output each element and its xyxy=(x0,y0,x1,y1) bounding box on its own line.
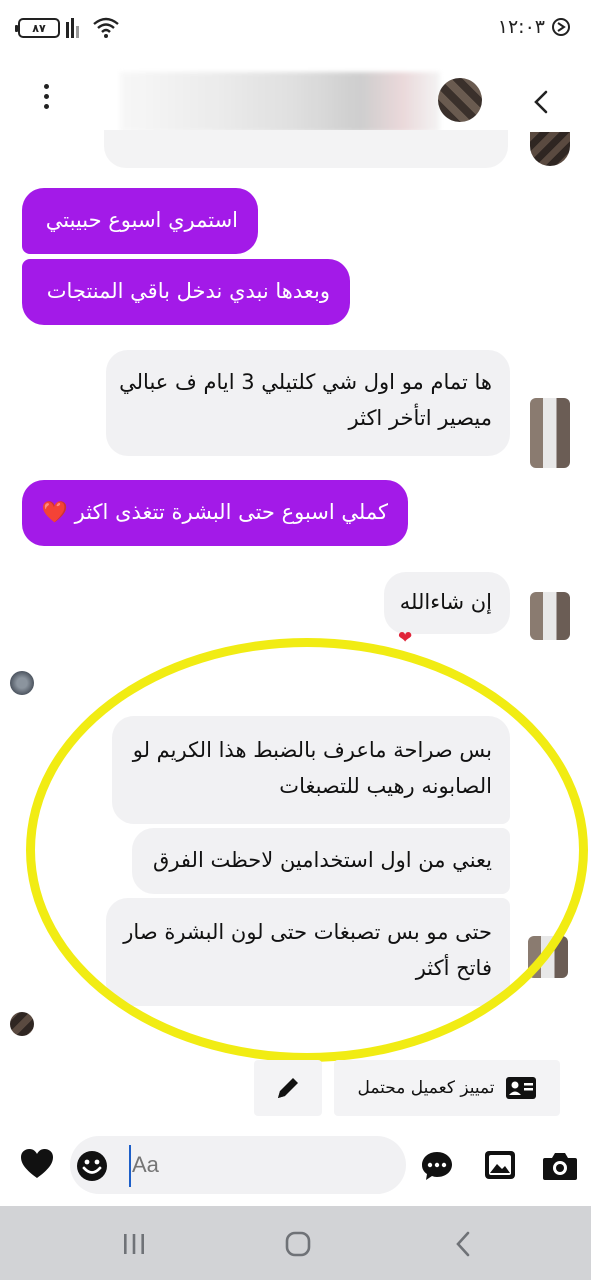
system-back-icon xyxy=(456,1231,470,1257)
contact-avatar[interactable] xyxy=(438,78,482,122)
battery-icon: ٨٧ xyxy=(15,18,60,38)
recent-apps-icon xyxy=(124,1234,144,1254)
message-bubble-sent[interactable]: كملي اسبوع حتى البشرة تتغذى اكثر ❤️ xyxy=(22,480,408,546)
emoji-icon[interactable] xyxy=(76,1150,108,1182)
seen-receipt-avatar xyxy=(10,1012,34,1036)
highlight-circle-annotation xyxy=(26,638,588,1062)
message-bubble-received[interactable]: إن شاءالله xyxy=(384,572,510,634)
seen-receipt-avatar xyxy=(10,671,34,695)
text-caret xyxy=(129,1145,131,1187)
message-bubble-received[interactable]: ها تمام مو اول شي كلتيلي 3 ايام ف عبالي … xyxy=(106,350,510,456)
more-options-icon[interactable] xyxy=(36,84,56,120)
previous-message-bubble xyxy=(104,130,508,168)
mark-potential-customer-button[interactable]: تمييز كعميل محتمل xyxy=(334,1060,560,1116)
home-icon xyxy=(285,1231,311,1257)
battery-level: ٨٧ xyxy=(32,21,46,35)
heart-icon[interactable] xyxy=(20,1148,54,1180)
camera-icon[interactable] xyxy=(542,1150,578,1182)
contact-card-icon xyxy=(505,1077,536,1099)
clock-text: ١٢:٠٣ xyxy=(497,16,545,38)
message-input-wrapper[interactable] xyxy=(70,1136,406,1194)
message-bubble-sent[interactable]: استمري اسبوع حبيبتي xyxy=(22,188,258,254)
wifi-icon xyxy=(93,17,119,38)
back-chevron-icon[interactable] xyxy=(529,86,555,118)
home-button[interactable] xyxy=(278,1226,318,1262)
recent-apps-button[interactable] xyxy=(114,1226,154,1262)
message-input[interactable] xyxy=(70,1152,406,1178)
signal-icon xyxy=(66,18,79,38)
message-bubble-sent[interactable]: وبعدها نبدي ندخل باقي المنتجات xyxy=(22,259,350,325)
contact-avatar-small xyxy=(530,592,570,640)
pencil-icon xyxy=(278,1078,298,1098)
edit-button[interactable] xyxy=(254,1060,322,1116)
system-back-button[interactable] xyxy=(444,1226,484,1262)
mark-potential-customer-label: تمييز كعميل محتمل xyxy=(357,1078,495,1098)
status-clock: ١٢:٠٣ xyxy=(498,16,571,38)
chat-bubble-icon[interactable] xyxy=(420,1150,454,1182)
contact-avatar-small xyxy=(530,132,570,166)
heart-reaction-icon[interactable]: ❤ xyxy=(398,628,412,648)
contact-name[interactable] xyxy=(120,72,440,132)
contact-avatar-small xyxy=(530,398,570,468)
data-saver-icon xyxy=(552,18,570,36)
gallery-icon[interactable] xyxy=(484,1150,516,1180)
